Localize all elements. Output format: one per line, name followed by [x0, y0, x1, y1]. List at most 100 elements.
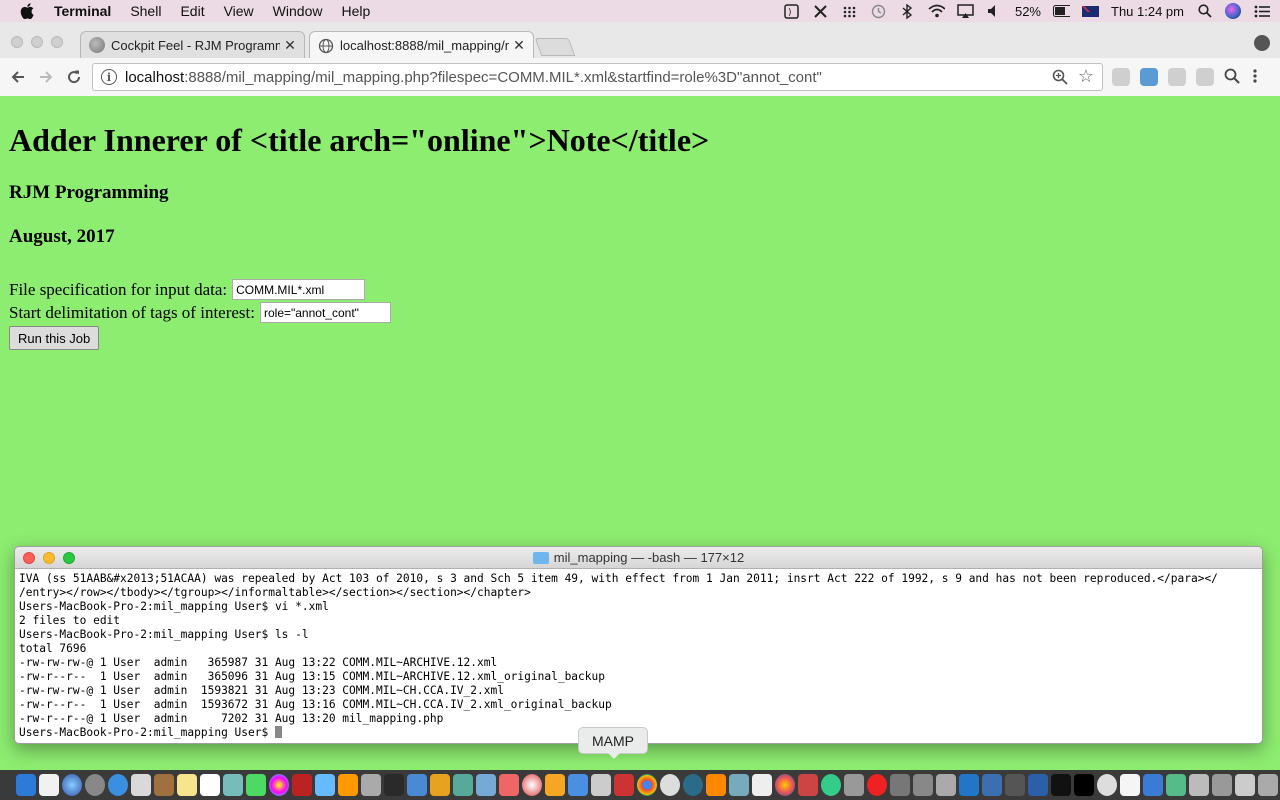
- airplay-icon[interactable]: [957, 3, 974, 19]
- tab-cockpit-feel[interactable]: Cockpit Feel - RJM Programmi ✕: [80, 31, 305, 58]
- search-icon[interactable]: [1224, 68, 1242, 86]
- app-store-icon[interactable]: [315, 774, 335, 796]
- app-icon[interactable]: [430, 774, 450, 796]
- maps-icon[interactable]: [223, 774, 243, 796]
- launchpad-icon[interactable]: [85, 774, 105, 796]
- calendar-icon[interactable]: [200, 774, 220, 796]
- filespec-input[interactable]: [232, 279, 366, 300]
- extension-icon[interactable]: [1196, 68, 1214, 86]
- menu-edit[interactable]: Edit: [180, 3, 204, 19]
- terminal-zoom-button[interactable]: [63, 552, 75, 564]
- bluetooth-icon[interactable]: [899, 3, 916, 19]
- photos-icon[interactable]: [269, 774, 289, 796]
- notes-book-icon[interactable]: [154, 774, 174, 796]
- trash-icon[interactable]: [1258, 774, 1278, 796]
- notification-center-icon[interactable]: [1253, 4, 1270, 19]
- utility-icon[interactable]: [384, 774, 404, 796]
- opera-icon[interactable]: [867, 774, 887, 796]
- app-icon[interactable]: [1189, 774, 1209, 796]
- startfind-input[interactable]: [259, 302, 391, 323]
- terminal-minimize-button[interactable]: [43, 552, 55, 564]
- volume-icon[interactable]: [986, 4, 1003, 19]
- app-icon[interactable]: [1143, 774, 1163, 796]
- help-icon[interactable]: [913, 774, 933, 796]
- app-icon[interactable]: [729, 774, 749, 796]
- firefox-icon[interactable]: [775, 774, 795, 796]
- terminal-dock-icon[interactable]: [1074, 774, 1094, 796]
- clock[interactable]: Thu 1:24 pm: [1111, 4, 1184, 19]
- terminal-close-button[interactable]: [23, 552, 35, 564]
- stickies-icon[interactable]: [177, 774, 197, 796]
- reload-icon[interactable]: [60, 63, 88, 91]
- extension-icon[interactable]: [1140, 68, 1158, 86]
- site-info-icon[interactable]: i: [101, 69, 117, 85]
- run-job-button[interactable]: Run this Job: [9, 326, 100, 350]
- app-icon[interactable]: [936, 774, 956, 796]
- itunes-icon[interactable]: [522, 774, 542, 796]
- app-icon[interactable]: [591, 774, 611, 796]
- terminal-window[interactable]: mil_mapping — -bash — 177×12 IVA (ss 51A…: [14, 546, 1263, 744]
- system-preferences-icon[interactable]: [361, 774, 381, 796]
- new-tab-button[interactable]: [534, 38, 576, 56]
- app-status-icon[interactable]: ): [783, 3, 800, 19]
- vlc-icon[interactable]: [706, 774, 726, 796]
- app-icon[interactable]: [752, 774, 772, 796]
- battery-icon[interactable]: [1053, 4, 1070, 19]
- menu-window[interactable]: Window: [273, 3, 323, 19]
- github-icon[interactable]: [1051, 774, 1071, 796]
- app-icon[interactable]: [890, 774, 910, 796]
- filezilla-icon[interactable]: [614, 774, 634, 796]
- browser-zoom-button[interactable]: [51, 36, 63, 48]
- tab-mil-mapping[interactable]: localhost:8888/mil_mapping/m ✕: [309, 31, 534, 59]
- apple-icon[interactable]: [20, 3, 38, 19]
- app-icon[interactable]: [683, 774, 703, 796]
- terminal-titlebar[interactable]: mil_mapping — -bash — 177×12: [15, 547, 1262, 569]
- finder-icon[interactable]: [16, 774, 36, 796]
- mamp-icon[interactable]: [660, 774, 680, 796]
- app-icon[interactable]: [476, 774, 496, 796]
- time-machine-icon[interactable]: [870, 4, 887, 19]
- android-icon[interactable]: [821, 774, 841, 796]
- forward-icon[interactable]: [32, 63, 60, 91]
- menu-shell[interactable]: Shell: [130, 3, 161, 19]
- app-icon[interactable]: [545, 774, 565, 796]
- browser-close-button[interactable]: [11, 36, 23, 48]
- messages-icon[interactable]: [246, 774, 266, 796]
- terminal-output[interactable]: IVA (ss 51AAB&#x2013;51ACAA) was repeale…: [15, 569, 1262, 740]
- app-icon[interactable]: [1166, 774, 1186, 796]
- spotlight-search-icon[interactable]: [1196, 4, 1213, 19]
- menu-help[interactable]: Help: [341, 3, 370, 19]
- bookmark-star-icon[interactable]: ☆: [1078, 66, 1094, 87]
- photo-booth-icon[interactable]: [292, 774, 312, 796]
- app-icon[interactable]: [499, 774, 519, 796]
- app-icon[interactable]: [568, 774, 588, 796]
- app-icon[interactable]: [982, 774, 1002, 796]
- chrome-icon[interactable]: [637, 774, 657, 796]
- siri-icon[interactable]: [1225, 3, 1241, 19]
- app-icon[interactable]: [453, 774, 473, 796]
- ibooks-icon[interactable]: [338, 774, 358, 796]
- app-icon[interactable]: [1005, 774, 1025, 796]
- app-icon[interactable]: [1120, 774, 1140, 796]
- app-icon[interactable]: [1212, 774, 1232, 796]
- help-icon[interactable]: [844, 774, 864, 796]
- mail-icon[interactable]: [131, 774, 151, 796]
- tab-close-icon[interactable]: ✕: [513, 37, 525, 54]
- australia-flag-icon[interactable]: [1082, 5, 1099, 17]
- zoom-icon[interactable]: [1052, 69, 1068, 85]
- tools-icon[interactable]: [812, 4, 829, 19]
- safari-icon[interactable]: [108, 774, 128, 796]
- browser-minimize-button[interactable]: [31, 36, 43, 48]
- wifi-icon[interactable]: [928, 4, 945, 19]
- address-bar[interactable]: i localhost:8888/mil_mapping/mil_mapping…: [92, 63, 1103, 91]
- dots-grid-icon[interactable]: [841, 4, 858, 19]
- extension-icon[interactable]: [1112, 68, 1130, 86]
- menu-app-terminal[interactable]: Terminal: [54, 3, 111, 19]
- app-icon[interactable]: [798, 774, 818, 796]
- battery-percent[interactable]: 52%: [1015, 4, 1041, 19]
- siri-dock-icon[interactable]: [62, 774, 82, 796]
- xcode-icon[interactable]: [407, 774, 427, 796]
- document-icon[interactable]: [39, 774, 59, 796]
- chrome-menu-icon[interactable]: [1252, 68, 1260, 86]
- menu-view[interactable]: View: [224, 3, 254, 19]
